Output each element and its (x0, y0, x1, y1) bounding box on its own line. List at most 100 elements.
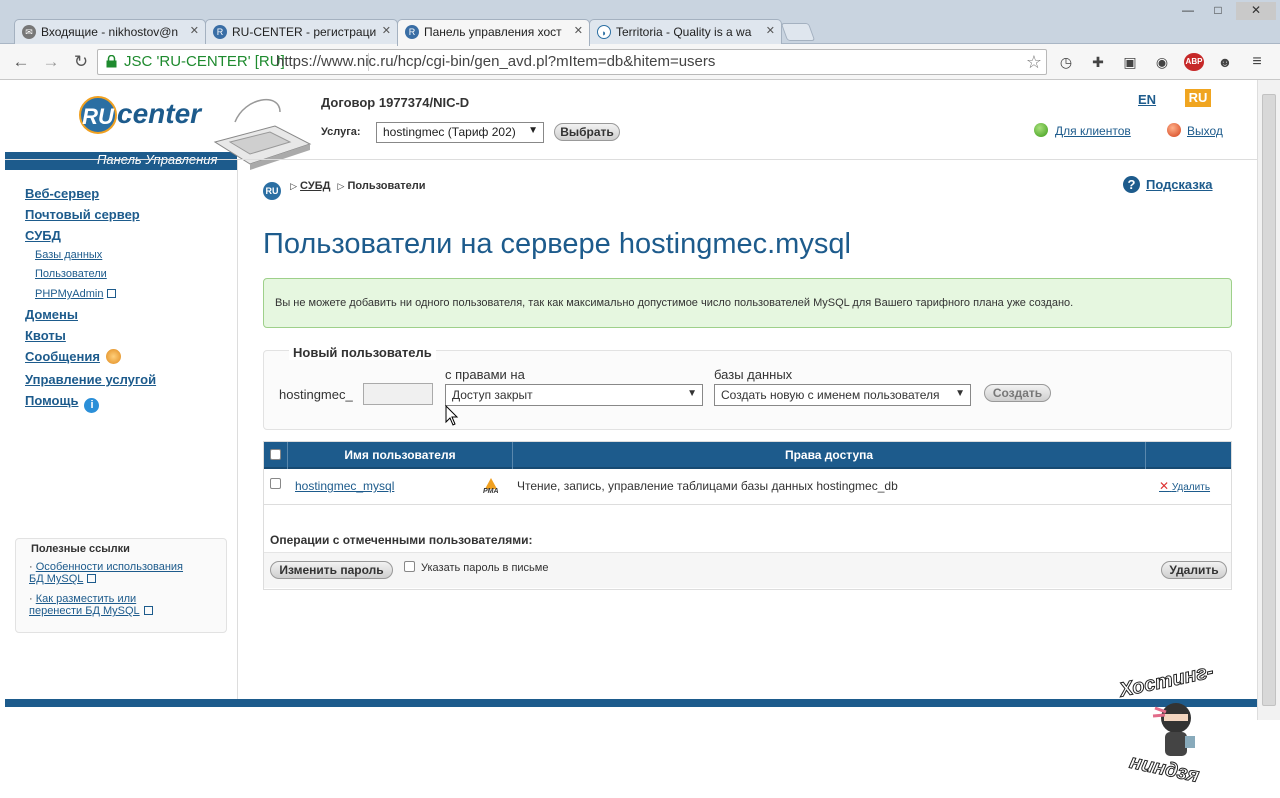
sidebar-item-phpmyadmin[interactable]: PHPMyAdmin (35, 288, 117, 300)
phpmyadmin-label: PHPMyAdmin (35, 288, 104, 300)
sidebar-item-service-mgmt[interactable]: Управление услугой (25, 372, 156, 387)
lang-ru-badge[interactable]: RU (1185, 89, 1211, 107)
username-prefix: hostingmec_ (279, 387, 353, 402)
phpmyadmin-icon[interactable]: PMA (482, 477, 500, 495)
reload-icon[interactable]: ↻ (70, 51, 92, 73)
new-user-title: Новый пользователь (289, 345, 436, 360)
column-header-rights: Права доступа (513, 442, 1146, 469)
tab-territoria[interactable]: ◗ Territoria - Quality is a wa ✕ (589, 19, 782, 45)
service-select[interactable]: hostingmec (Тариф 202) ▼ (376, 122, 544, 143)
sidebar-item-quotas[interactable]: Квоты (25, 328, 66, 343)
page-scrollbar[interactable] (1257, 80, 1280, 720)
breadcrumb-dbms-link[interactable]: СУБД (300, 180, 330, 192)
bullet: · (29, 593, 33, 605)
close-window-icon[interactable]: ✕ (1236, 2, 1276, 20)
folder-icon[interactable]: ▣ (1121, 53, 1139, 71)
sidebar: Веб-сервер Почтовый сервер СУБД Базы дан… (5, 160, 238, 700)
contract-number: Договор 1977374/NIC-D (321, 95, 470, 110)
tab-title: Territoria - Quality is a wa (616, 25, 752, 39)
tab-title: Панель управления хост (424, 25, 562, 39)
sun-badge-icon (105, 349, 121, 364)
users-table: Имя пользователя Права доступа hostingme… (263, 441, 1232, 590)
forward-icon[interactable]: → (40, 51, 62, 73)
minimize-icon[interactable]: — (1176, 2, 1200, 20)
sidebar-item-web-server[interactable]: Веб-сервер (25, 186, 99, 201)
menu-icon[interactable]: ≡ (1248, 53, 1266, 71)
back-icon[interactable]: ← (10, 51, 32, 73)
rights-select[interactable]: Доступ закрыт ▼ (445, 384, 703, 406)
breadcrumb: RU ▷ СУБД ▷ Пользователи (263, 180, 426, 200)
sidebar-item-users[interactable]: Пользователи (35, 268, 107, 280)
sidebar-item-dbms[interactable]: СУБД (25, 228, 61, 243)
tab-inbox[interactable]: ✉ Входящие - nikhostov@n ✕ (14, 19, 206, 45)
sidebar-item-databases[interactable]: Базы данных (35, 249, 102, 261)
new-tab-button[interactable] (780, 23, 816, 41)
delete-row-label: Удалить (1171, 482, 1211, 493)
breadcrumb-users: Пользователи (347, 180, 426, 192)
maximize-icon[interactable]: □ (1206, 2, 1230, 20)
bullet: · (29, 561, 33, 573)
external-link-icon (87, 574, 97, 583)
browser-tabstrip: ✉ Входящие - nikhostov@n ✕ R RU-CENTER -… (0, 0, 1280, 46)
footer-bar (5, 699, 1257, 707)
database-select[interactable]: Создать новую с именем пользователя ▼ (714, 384, 971, 406)
hint-link[interactable]: ? Подсказка (1123, 176, 1213, 193)
pma-label: PMA (483, 488, 499, 495)
column-header-actions (1146, 442, 1231, 469)
bookmark-star-icon[interactable]: ☆ (1026, 50, 1042, 74)
clock-icon[interactable]: ◷ (1057, 53, 1075, 71)
username-input[interactable] (363, 383, 433, 405)
ru-center-logo[interactable]: RU center Панель Управления (5, 90, 315, 170)
service-select-value: hostingmec (Тариф 202) (383, 125, 516, 139)
select-all-checkbox[interactable] (270, 449, 281, 460)
dropdown-arrow-icon: ▼ (955, 388, 965, 399)
new-user-form: Новый пользователь hostingmec_ с правами… (263, 345, 1232, 430)
breadcrumb-arrow-icon: ▷ (337, 181, 345, 191)
lang-en-link[interactable]: EN (1138, 92, 1156, 107)
row-checkbox[interactable] (270, 478, 281, 489)
breadcrumb-arrow-icon: ▷ (290, 181, 297, 191)
adblock-icon[interactable]: ABP (1184, 53, 1204, 71)
select-service-button[interactable]: Выбрать (554, 123, 620, 141)
send-password-checkbox[interactable] (404, 561, 415, 572)
table-header: Имя пользователя Права доступа (264, 442, 1231, 469)
address-bar[interactable]: JSC 'RU-CENTER' [RU] https://www.nic.ru/… (97, 49, 1047, 75)
tab-ru-center[interactable]: R RU-CENTER - регистраци ✕ (205, 19, 398, 45)
useful-link-mysql-migrate[interactable]: · Как разместить или перенести БД MySQL (29, 593, 153, 617)
sidebar-item-domains[interactable]: Домены (25, 307, 78, 322)
create-button[interactable]: Создать (984, 384, 1051, 402)
ru-favicon-icon: R (405, 25, 419, 39)
sidebar-item-mail-server[interactable]: Почтовый сервер (25, 207, 140, 222)
external-link-icon (143, 606, 153, 615)
tab-control-panel[interactable]: R Панель управления хост ✕ (397, 19, 590, 46)
logout-link[interactable]: Выход (1187, 124, 1223, 138)
page-title: Пользователи на сервере hostingmec.mysql (263, 228, 851, 260)
circle-extension-icon[interactable]: ◉ (1153, 53, 1171, 71)
page: RU center Панель Управления Договор 1977… (5, 80, 1257, 788)
puzzle-icon[interactable]: ✚ (1089, 53, 1107, 71)
useful-link2-line1: Как разместить или (35, 593, 137, 605)
useful-links-title: Полезные ссылки (31, 543, 130, 555)
logo-ru-mark: RU (79, 96, 117, 134)
header-checkbox-cell (264, 442, 288, 469)
delete-row-link[interactable]: ✕ Удалить (1159, 479, 1210, 493)
lock-icon (106, 55, 117, 68)
ev-certificate-label: JSC 'RU-CENTER' [RU] (124, 53, 285, 70)
username-link[interactable]: hostingmec_mysql (295, 479, 394, 493)
close-icon[interactable]: ✕ (574, 24, 583, 37)
logout-icon (1167, 123, 1181, 137)
delete-selected-button[interactable]: Удалить (1161, 561, 1227, 579)
question-icon: ? (1123, 176, 1140, 193)
close-icon[interactable]: ✕ (766, 24, 775, 37)
info-icon: i (84, 398, 100, 413)
change-password-button[interactable]: Изменить пароль (270, 561, 393, 579)
clients-link[interactable]: Для клиентов (1055, 124, 1131, 138)
close-icon[interactable]: ✕ (190, 24, 199, 37)
ninja-extension-icon[interactable]: ☻ (1216, 53, 1234, 71)
database-label: базы данных (714, 367, 793, 382)
sidebar-item-messages[interactable]: Сообщения (25, 349, 121, 364)
scrollbar-thumb[interactable] (1262, 94, 1276, 706)
close-icon[interactable]: ✕ (382, 24, 391, 37)
sidebar-item-help[interactable]: Помощь i (25, 393, 100, 413)
useful-link-mysql-features[interactable]: · Особенности использования БД MySQL (29, 561, 183, 585)
